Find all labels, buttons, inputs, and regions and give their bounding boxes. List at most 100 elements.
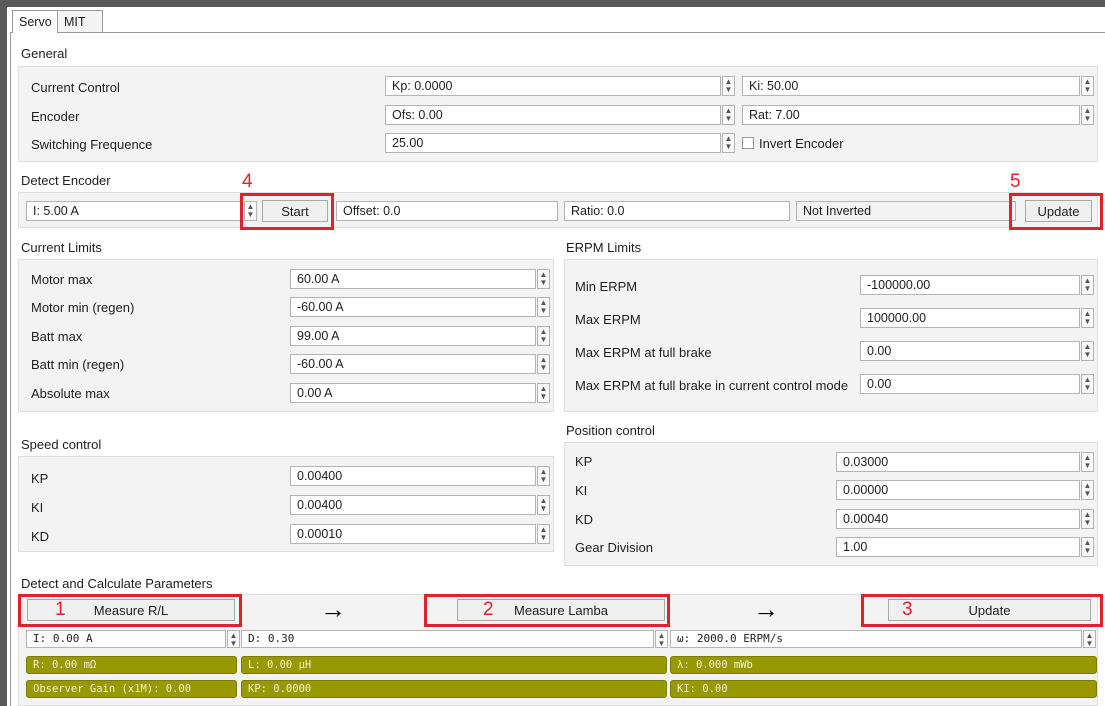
- spin-down-icon: ▼: [1083, 85, 1092, 94]
- kp-field[interactable]: Kp: 0.0000: [385, 76, 721, 96]
- position-kp-spinner[interactable]: ▲ ▼: [1081, 452, 1094, 472]
- batt-max-label: Batt max: [31, 329, 83, 344]
- position-ki-field[interactable]: 0.00000: [836, 480, 1080, 500]
- current-limits-title: Current Limits: [21, 240, 102, 255]
- motor-min-spinner[interactable]: ▲ ▼: [537, 297, 550, 317]
- spin-down-icon: ▼: [539, 533, 548, 542]
- max-erpm-spinner[interactable]: ▲ ▼: [1081, 308, 1094, 328]
- spin-down-icon: ▼: [724, 114, 733, 123]
- detect-current-field[interactable]: I: 5.00 A: [26, 201, 242, 221]
- highlight-box-5: [1009, 193, 1103, 230]
- kp-result: KP: 0.0000: [241, 680, 667, 698]
- motor-max-field[interactable]: 60.00 A: [290, 269, 536, 289]
- annotation-number-3: 3: [902, 599, 913, 620]
- ki-spinner[interactable]: ▲ ▼: [1081, 76, 1094, 96]
- min-erpm-label: Min ERPM: [575, 279, 638, 294]
- switching-frequence-spinner[interactable]: ▲ ▼: [722, 133, 735, 153]
- speed-kp-label: KP: [31, 471, 49, 486]
- position-ki-label: KI: [575, 483, 588, 498]
- erpm-limits-title: ERPM Limits: [566, 240, 642, 255]
- duty-field[interactable]: D: 0.30: [241, 630, 654, 648]
- max-erpm-full-brake-label: Max ERPM at full brake: [575, 345, 712, 360]
- max-erpm-field[interactable]: 100000.00: [860, 308, 1080, 328]
- spin-down-icon: ▼: [1083, 546, 1092, 555]
- spin-down-icon: ▼: [229, 639, 238, 648]
- min-erpm-spinner[interactable]: ▲ ▼: [1081, 275, 1094, 295]
- ki-field[interactable]: Ki: 50.00: [742, 76, 1080, 96]
- max-erpm-current-mode-field[interactable]: 0.00: [860, 374, 1080, 394]
- spin-down-icon: ▼: [1085, 639, 1094, 648]
- speed-ki-spinner[interactable]: ▲ ▼: [537, 495, 550, 515]
- motor-max-label: Motor max: [31, 272, 93, 287]
- max-erpm-current-mode-spinner[interactable]: ▲ ▼: [1081, 374, 1094, 394]
- speed-kd-spinner[interactable]: ▲ ▼: [537, 524, 550, 544]
- invert-encoder-checkbox[interactable]: [742, 137, 754, 149]
- gear-division-spinner[interactable]: ▲ ▼: [1081, 537, 1094, 557]
- min-erpm-field[interactable]: -100000.00: [860, 275, 1080, 295]
- position-kd-field[interactable]: 0.00040: [836, 509, 1080, 529]
- max-erpm-label: Max ERPM: [575, 312, 641, 327]
- spin-down-icon: ▼: [1083, 383, 1092, 392]
- motor-min-label: Motor min (regen): [31, 300, 135, 315]
- gear-division-field[interactable]: 1.00: [836, 537, 1080, 557]
- speed-kd-field[interactable]: 0.00010: [290, 524, 536, 544]
- speed-kp-field[interactable]: 0.00400: [290, 466, 536, 486]
- max-erpm-current-mode-label: Max ERPM at full brake in current contro…: [575, 378, 849, 393]
- highlight-box-1: [18, 594, 242, 627]
- batt-min-spinner[interactable]: ▲ ▼: [537, 354, 550, 374]
- max-erpm-full-brake-field[interactable]: 0.00: [860, 341, 1080, 361]
- motor-min-field[interactable]: -60.00 A: [290, 297, 536, 317]
- position-ki-spinner[interactable]: ▲ ▼: [1081, 480, 1094, 500]
- offset-readout: Offset: 0.0: [336, 201, 558, 221]
- switching-frequence-field[interactable]: 25.00: [385, 133, 721, 153]
- rl-current-spinner[interactable]: ▲ ▼: [227, 630, 240, 648]
- batt-min-field[interactable]: -60.00 A: [290, 354, 536, 374]
- position-kp-field[interactable]: 0.03000: [836, 452, 1080, 472]
- absolute-max-label: Absolute max: [31, 386, 110, 401]
- spin-down-icon: ▼: [539, 335, 548, 344]
- omega-spinner[interactable]: ▲ ▼: [1083, 630, 1096, 648]
- position-kp-label: KP: [575, 454, 593, 469]
- current-control-label: Current Control: [31, 80, 120, 95]
- absolute-max-field[interactable]: 0.00 A: [290, 383, 536, 403]
- spin-down-icon: ▼: [724, 142, 733, 151]
- spin-down-icon: ▼: [539, 475, 548, 484]
- annotation-number-5: 5: [1010, 171, 1021, 192]
- tab-servo[interactable]: Servo: [12, 10, 58, 33]
- annotation-number-2: 2: [483, 599, 494, 620]
- tab-mit[interactable]: MIT: [57, 10, 103, 33]
- highlight-box-4: [240, 193, 334, 230]
- general-title: General: [21, 46, 68, 61]
- tab-servo-label: Servo: [19, 15, 52, 29]
- inverted-readout: Not Inverted: [796, 201, 1016, 221]
- encoder-offset-field[interactable]: Ofs: 0.00: [385, 105, 721, 125]
- speed-control-title: Speed control: [21, 437, 102, 452]
- absolute-max-spinner[interactable]: ▲ ▼: [537, 383, 550, 403]
- encoder-offset-spinner[interactable]: ▲ ▼: [722, 105, 735, 125]
- spin-down-icon: ▼: [724, 85, 733, 94]
- gear-division-label: Gear Division: [575, 540, 654, 555]
- ki-result: KI: 0.00: [670, 680, 1097, 698]
- annotation-number-1: 1: [55, 599, 66, 620]
- rl-current-field[interactable]: I: 0.00 A: [26, 630, 226, 648]
- spin-down-icon: ▼: [1083, 114, 1092, 123]
- position-kd-spinner[interactable]: ▲ ▼: [1081, 509, 1094, 529]
- spin-down-icon: ▼: [539, 306, 548, 315]
- speed-ki-label: KI: [31, 500, 44, 515]
- speed-kd-label: KD: [31, 529, 50, 544]
- max-erpm-full-brake-spinner[interactable]: ▲ ▼: [1081, 341, 1094, 361]
- duty-spinner[interactable]: ▲ ▼: [655, 630, 668, 648]
- batt-max-spinner[interactable]: ▲ ▼: [537, 326, 550, 346]
- kp-spinner[interactable]: ▲ ▼: [722, 76, 735, 96]
- encoder-ratio-field[interactable]: Rat: 7.00: [742, 105, 1080, 125]
- annotation-number-4: 4: [242, 171, 253, 192]
- spin-down-icon: ▼: [1083, 284, 1092, 293]
- motor-max-spinner[interactable]: ▲ ▼: [537, 269, 550, 289]
- omega-field[interactable]: ω: 2000.0 ERPM/s: [670, 630, 1082, 648]
- position-kd-label: KD: [575, 512, 594, 527]
- speed-ki-field[interactable]: 0.00400: [290, 495, 536, 515]
- batt-max-field[interactable]: 99.00 A: [290, 326, 536, 346]
- spin-down-icon: ▼: [1083, 518, 1092, 527]
- speed-kp-spinner[interactable]: ▲ ▼: [537, 466, 550, 486]
- encoder-ratio-spinner[interactable]: ▲ ▼: [1081, 105, 1094, 125]
